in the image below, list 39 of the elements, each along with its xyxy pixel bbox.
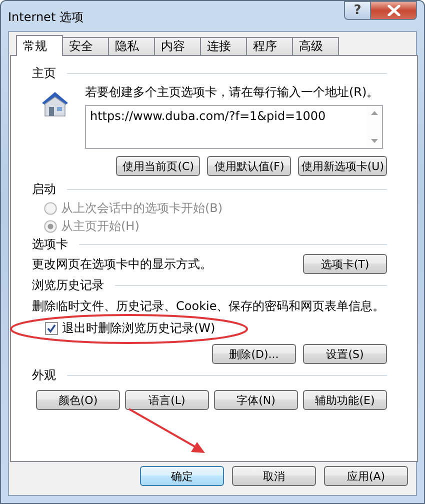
checkbox[interactable] — [45, 322, 58, 334]
section-title: 外观 — [32, 367, 56, 384]
help-button[interactable]: ? — [344, 1, 371, 20]
window-title: Internet 选项 — [8, 9, 84, 26]
section-title: 启动 — [32, 181, 56, 198]
scroll-up-icon — [370, 111, 378, 115]
tab[interactable]: 连接 — [200, 37, 247, 55]
section-title: 选项卡 — [32, 236, 68, 253]
close-button[interactable] — [371, 1, 417, 20]
button[interactable]: 使用默认值(F) — [207, 156, 292, 176]
button[interactable]: 使用新选项卡(U) — [298, 156, 387, 176]
button[interactable]: 颜色(O) — [36, 390, 120, 410]
homepage-description: 若要创建多个主页选项卡，请在每行输入一个地址(R)。 — [85, 84, 380, 101]
history-description: 删除临时文件、历史记录、Cookie、保存的密码和网页表单信息。 — [32, 298, 386, 315]
close-icon — [386, 5, 400, 16]
button[interactable]: 语言(L) — [125, 390, 209, 410]
button[interactable]: 应用(A) — [324, 466, 408, 486]
button[interactable]: 辅助功能(E) — [303, 390, 387, 410]
button[interactable]: 字体(N) — [214, 390, 298, 410]
tab[interactable]: 安全 — [62, 37, 109, 55]
button[interactable]: 设置(S) — [303, 344, 387, 364]
tab[interactable]: 内容 — [154, 37, 201, 55]
scroll-down-icon — [370, 139, 378, 143]
button[interactable]: 选项卡(T) — [303, 254, 387, 274]
button[interactable]: 使用当前页(C) — [116, 156, 200, 176]
radio-label: 从主页开始(H) — [61, 218, 140, 234]
checkbox-label: 退出时删除浏览历史记录(W) — [62, 320, 216, 336]
homepage-address-field[interactable]: https://www.duba.com/?f=1&pid=1000 — [85, 105, 383, 149]
tab[interactable]: 隐私 — [108, 37, 155, 55]
button[interactable]: 删除(D)... — [212, 344, 296, 364]
tabs-description: 更改网页在选项卡中的显示方式。 — [32, 256, 212, 272]
tab[interactable]: 高级 — [292, 37, 339, 55]
tab[interactable]: 常规 — [16, 35, 63, 56]
button[interactable]: 确定 — [140, 466, 224, 486]
button[interactable]: 取消 — [232, 466, 316, 486]
section-title: 主页 — [32, 65, 56, 82]
section-title: 浏览历史记录 — [32, 277, 104, 294]
radio-label: 从上次会话中的选项卡开始(B) — [61, 200, 223, 216]
tab[interactable]: 程序 — [246, 37, 293, 55]
